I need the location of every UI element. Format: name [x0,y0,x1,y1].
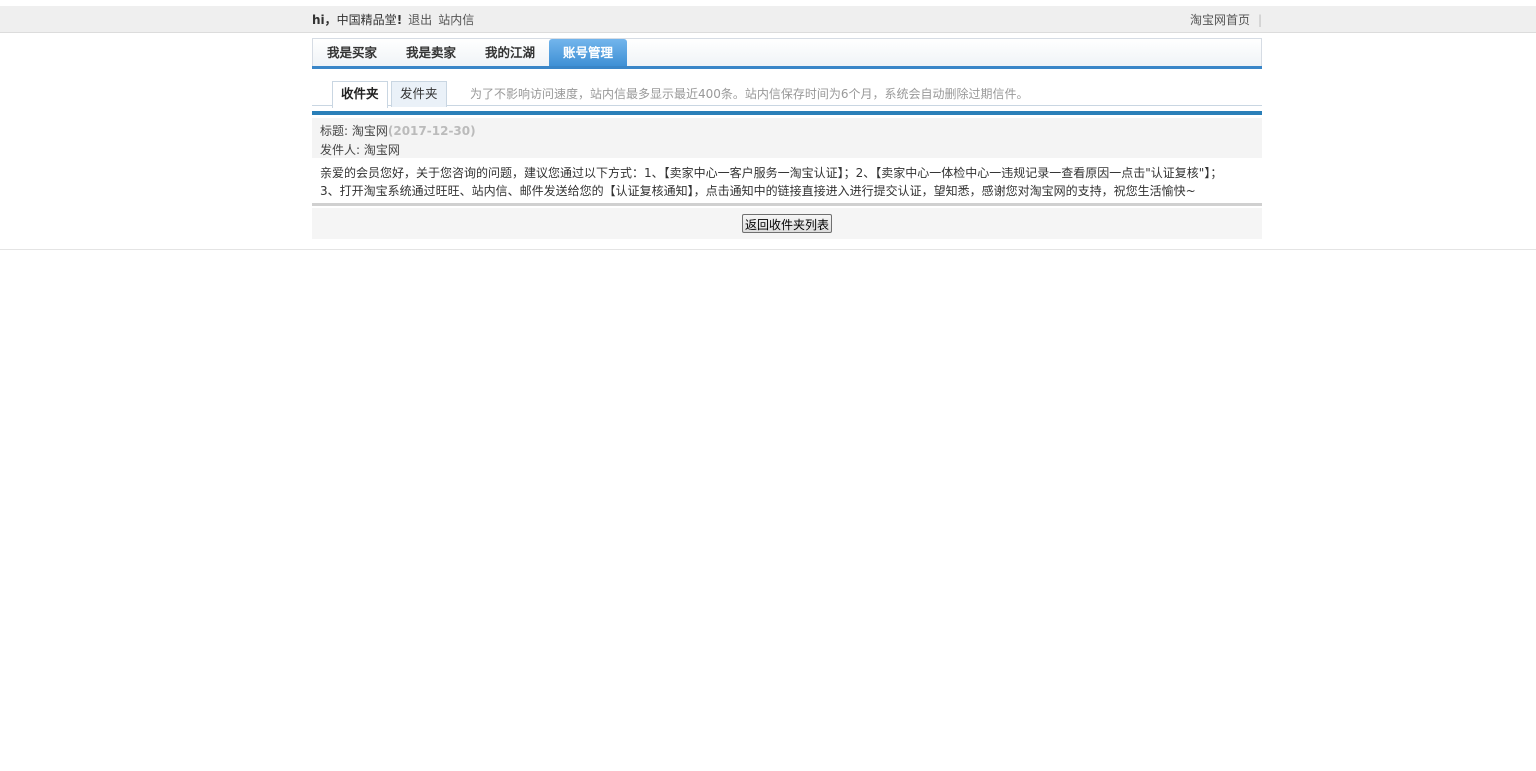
message-header: 标题: 淘宝网(2017-12-30) 发件人: 淘宝网 [312,118,1262,158]
top-bar-right: 淘宝网首页 | [1190,11,1262,28]
username: 中国精品堂 [336,13,397,27]
top-bar-divider: | [1257,12,1262,27]
message-divider-bar [312,111,1262,115]
message-body-line-2: 3、打开淘宝系统通过旺旺、站内信、邮件发送给您的【认证复核通知】，点击通知中的链… [320,184,1196,198]
tab-buyer[interactable]: 我是买家 [313,39,391,67]
tab-inbox[interactable]: 收件夹 [332,81,388,108]
logout-link[interactable]: 退出 [408,11,432,28]
tab-jianghu[interactable]: 我的江湖 [471,39,549,67]
back-to-inbox-button[interactable]: 返回收件夹列表 [741,214,832,233]
tab-account[interactable]: 账号管理 [549,39,628,67]
sender-label: 发件人: [320,143,364,157]
message-body: 亲爱的会员您好，关于您咨询的问题，建议您通过以下方式：1、【卖家中心一客户服务一… [312,164,1262,206]
message-sender-row: 发件人: 淘宝网 [320,141,1254,160]
tab-seller[interactable]: 我是卖家 [392,39,470,67]
message-title-row: 标题: 淘宝网(2017-12-30) [320,122,1254,141]
taobao-home-link[interactable]: 淘宝网首页 [1190,11,1250,28]
message-body-line-1: 亲爱的会员您好，关于您咨询的问题，建议您通过以下方式：1、【卖家中心一客户服务一… [320,166,1223,180]
main-nav: 我是买家 我是卖家 我的江湖 账号管理 [312,38,1262,69]
message-footer: 返回收件夹列表 [312,208,1262,239]
message-date: (2017-12-30) [387,124,476,138]
messages-link[interactable]: 站内信 [438,11,474,28]
message-title: 淘宝网 [351,124,388,138]
title-label: 标题: [320,124,352,138]
mailbox-notice: 为了不影响访问速度，站内信最多显示最近400条。站内信保存时间为6个月，系统会自… [470,87,1029,101]
message-sender: 淘宝网 [363,143,400,157]
tab-outbox[interactable]: 发件夹 [391,81,447,107]
top-bar: hi， 中国精品堂 ! 退出 站内信 淘宝网首页 | [0,6,1536,33]
mailbox-tabs: 收件夹 发件夹 为了不影响访问速度，站内信最多显示最近400条。站内信保存时间为… [312,78,1262,108]
top-bar-inner: hi， 中国精品堂 ! 退出 站内信 淘宝网首页 | [312,6,1262,33]
user-greeting: hi， 中国精品堂 ! 退出 站内信 [312,11,474,28]
greeting-exclaim: ! [396,12,403,27]
nav-underline [312,66,1262,69]
page-bottom-divider [0,249,1536,250]
greeting-text: hi， [312,13,337,27]
